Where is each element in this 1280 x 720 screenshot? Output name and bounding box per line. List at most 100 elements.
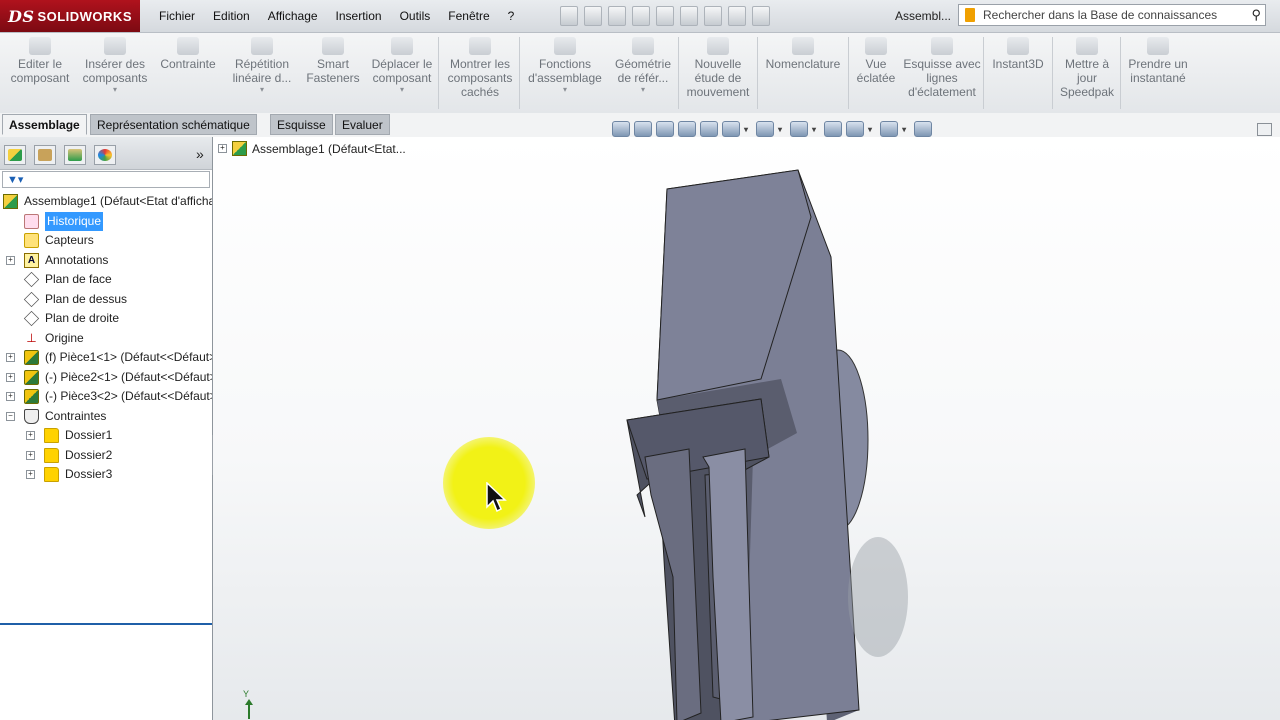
chevron-down-icon[interactable]: ▾ — [610, 85, 676, 95]
options-icon[interactable] — [752, 6, 770, 26]
rollback-bar[interactable] — [0, 623, 212, 625]
tab-esquisse[interactable]: Esquisse — [270, 114, 333, 135]
tree-item[interactable]: + (f) Pièce1<1> (Défaut<<Défaut> — [0, 348, 212, 368]
zoom-to-fit-icon[interactable] — [634, 121, 652, 137]
tree-item[interactable]: + (-) Pièce2<1> (Défaut<<Défaut> — [0, 368, 212, 388]
chevron-down-icon[interactable]: ▾ — [902, 125, 906, 134]
menu-affichage[interactable]: Affichage — [259, 9, 327, 23]
refresh-icon[interactable] — [914, 121, 933, 137]
undo-icon[interactable] — [656, 6, 674, 26]
expand-icon[interactable]: + — [218, 144, 227, 153]
chevron-down-icon[interactable]: ▾ — [812, 125, 816, 134]
tree-item[interactable]: Plan de dessus — [0, 290, 212, 310]
hide-show-items-icon[interactable] — [790, 121, 809, 137]
rotate-icon[interactable] — [678, 121, 696, 137]
chevron-down-icon[interactable]: ▾ — [366, 85, 438, 95]
tree-item[interactable]: Plan de face — [0, 270, 212, 290]
feature-manager-tab[interactable] — [4, 145, 26, 165]
take-snapshot-button[interactable]: Prendre un instantané — [1124, 37, 1192, 85]
new-document-icon[interactable] — [560, 6, 578, 26]
expand-icon[interactable]: + — [6, 353, 15, 362]
apply-scene-icon[interactable] — [846, 121, 865, 137]
tree-item[interactable]: + (-) Pièce3<2> (Défaut<<Défaut> — [0, 387, 212, 407]
tree-item[interactable]: Assemblage1 (Défaut<Etat d'affichage-1>) — [0, 192, 212, 212]
instant3d-button[interactable]: Instant3D — [986, 37, 1050, 71]
section-view-icon[interactable] — [700, 121, 718, 137]
open-document-icon[interactable] — [584, 6, 602, 26]
tab-representation-schematique[interactable]: Représentation schématique — [90, 114, 257, 135]
exploded-view-button[interactable]: Vue éclatée — [852, 37, 900, 85]
solidworks-logo[interactable]: DS SOLIDWORKS — [0, 0, 140, 32]
expand-icon[interactable]: + — [26, 450, 35, 460]
tree-item[interactable]: + Dossier2 — [0, 446, 212, 466]
expand-icon[interactable]: + — [6, 392, 15, 401]
assembly-model[interactable] — [593, 157, 1113, 720]
mate-button[interactable]: Contrainte — [156, 37, 220, 71]
print-icon[interactable] — [632, 6, 650, 26]
move-component-button[interactable]: Déplacer le composant ▾ — [366, 37, 438, 95]
explode-line-sketch-button[interactable]: Esquisse avec lignes d'éclatement — [902, 37, 982, 99]
expand-icon[interactable]: + — [26, 431, 35, 440]
tree-item[interactable]: Plan de droite — [0, 309, 212, 329]
reference-geometry-button[interactable]: Géométrie de référ... ▾ — [610, 37, 676, 95]
task-pane-toggle[interactable] — [1257, 123, 1272, 136]
tree-item[interactable]: Historique — [0, 211, 212, 232]
search-input[interactable]: Rechercher dans la Base de connaissances — [983, 8, 1251, 22]
expand-panel-icon[interactable]: » — [196, 146, 204, 162]
linear-pattern-button[interactable]: Répétition linéaire d... ▾ — [226, 37, 298, 95]
zoom-to-area-icon[interactable] — [656, 121, 674, 137]
previous-view-icon[interactable] — [612, 121, 630, 137]
chevron-down-icon[interactable]: ▾ — [778, 125, 782, 134]
smart-fasteners-button[interactable]: Smart Fasteners — [304, 37, 362, 85]
tree-item[interactable]: + A Annotations — [0, 251, 212, 271]
tree-item[interactable]: ⊥ Origine — [0, 329, 212, 349]
file-properties-icon[interactable] — [728, 6, 746, 26]
menu-outils[interactable]: Outils — [391, 9, 440, 23]
select-icon[interactable] — [680, 6, 698, 26]
chevron-down-icon[interactable]: ▾ — [226, 85, 298, 95]
rebuild-icon[interactable] — [704, 6, 722, 26]
property-manager-tab[interactable] — [34, 145, 56, 165]
expand-icon[interactable]: + — [6, 372, 15, 382]
menu-edition[interactable]: Edition — [204, 9, 259, 23]
show-hidden-components-button[interactable]: Montrer les composants cachés — [444, 37, 516, 99]
bill-of-materials-button[interactable]: Nomenclature — [760, 37, 846, 71]
new-motion-study-button[interactable]: Nouvelle étude de mouvement — [682, 37, 754, 99]
motion-study-icon — [707, 37, 729, 55]
chevron-down-icon[interactable]: ▾ — [744, 125, 748, 134]
save-icon[interactable] — [608, 6, 626, 26]
display-manager-tab[interactable] — [94, 145, 116, 165]
edit-appearance-icon[interactable] — [824, 121, 843, 137]
expand-icon[interactable]: + — [26, 470, 35, 479]
update-speedpak-button[interactable]: Mettre à jour Speedpak — [1056, 37, 1118, 99]
graphics-area[interactable]: + Assemblage1 (Défaut<Etat... Y — [213, 137, 1280, 720]
tree-item[interactable]: + Dossier1 — [0, 426, 212, 446]
chevron-down-icon[interactable]: ▾ — [524, 85, 606, 95]
tree-filter[interactable]: ▼▾ — [2, 171, 210, 188]
menu-fenetre[interactable]: Fenêtre — [439, 9, 498, 23]
view-orientation-icon[interactable] — [722, 121, 740, 137]
chevron-down-icon[interactable]: ▾ — [80, 85, 150, 95]
collapse-icon[interactable]: − — [6, 411, 15, 421]
toolbar-separator — [983, 37, 984, 109]
configuration-manager-tab[interactable] — [64, 145, 86, 165]
menu-insertion[interactable]: Insertion — [327, 9, 391, 23]
search-icon[interactable]: ⚲ — [1251, 7, 1261, 23]
flyout-tree-header[interactable]: + Assemblage1 (Défaut<Etat... — [218, 141, 406, 156]
menu-help[interactable]: ? — [499, 9, 524, 23]
tree-item[interactable]: − Contraintes — [0, 407, 212, 427]
tree-item[interactable]: + Dossier3 — [0, 465, 212, 485]
insert-components-button[interactable]: Insérer des composants ▾ — [80, 37, 150, 95]
expand-icon[interactable]: + — [6, 255, 15, 265]
tree-item[interactable]: Capteurs — [0, 231, 212, 251]
knowledge-base-search[interactable]: Rechercher dans la Base de connaissances… — [958, 4, 1266, 26]
edit-component-button[interactable]: Editer le composant — [8, 37, 72, 85]
view-settings-icon[interactable] — [880, 121, 899, 137]
tab-evaluer[interactable]: Evaluer — [335, 114, 390, 135]
tab-assemblage[interactable]: Assemblage — [2, 114, 87, 135]
display-style-icon[interactable] — [756, 121, 775, 137]
assembly-features-button[interactable]: Fonctions d'assemblage ▾ — [524, 37, 606, 95]
chevron-down-icon[interactable]: ▾ — [868, 125, 872, 134]
menu-fichier[interactable]: Fichier — [150, 9, 204, 23]
toolbar-separator — [519, 37, 520, 109]
